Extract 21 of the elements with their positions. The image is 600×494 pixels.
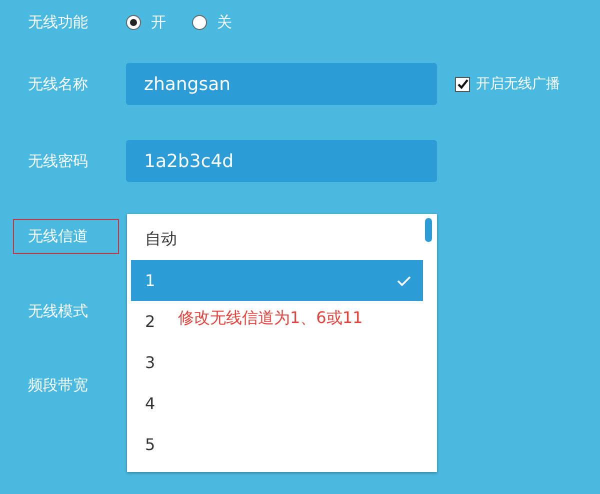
dropdown-option[interactable]: 自动 xyxy=(145,229,177,250)
dropdown-option[interactable]: 4 xyxy=(145,394,156,413)
radio-option[interactable]: 开 xyxy=(126,12,166,32)
dropdown-option[interactable]: 3 xyxy=(145,353,156,372)
field-label: 无线信道 xyxy=(13,218,119,254)
input-field[interactable]: 1a2b3c4d xyxy=(126,140,437,182)
dropdown-option[interactable]: 5 xyxy=(145,435,156,454)
radio-option[interactable]: 关 xyxy=(192,12,232,32)
checkbox[interactable] xyxy=(455,76,470,92)
dropdown-option[interactable]: 1 xyxy=(131,260,423,301)
field-label: 无线密码 xyxy=(27,150,89,172)
annotation: 修改无线信道为1、6或11 xyxy=(178,308,363,329)
scrollbar[interactable] xyxy=(425,218,432,242)
field-label: 无线模式 xyxy=(27,300,89,322)
checkbox-label[interactable]: 开启无线广播 xyxy=(476,75,560,93)
input-field[interactable]: zhangsan xyxy=(126,63,437,105)
field-label: 无线名称 xyxy=(27,74,89,94)
field-label: 无线功能 xyxy=(27,12,89,32)
dropdown-option[interactable]: 2 xyxy=(145,312,156,331)
field-label: 频段带宽 xyxy=(27,374,89,396)
check-icon xyxy=(397,276,411,286)
